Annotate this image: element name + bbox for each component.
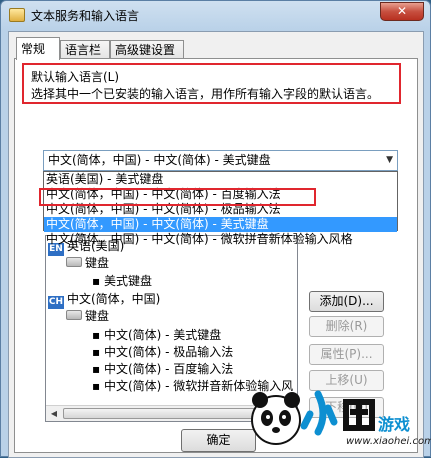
dropdown-option[interactable]: 中文(简体，中国) - 中文(简体) - 微软拼音新体验输入风格	[44, 232, 397, 247]
tab-general[interactable]: 常规	[16, 37, 60, 60]
ok-button[interactable]: 确定	[181, 429, 256, 452]
keyboard-icon	[66, 310, 82, 320]
properties-button[interactable]: 属性(P)...	[309, 344, 384, 365]
close-button[interactable]: ✕	[380, 2, 424, 21]
tab-language-bar[interactable]: 语言栏	[60, 40, 110, 59]
tree-label: 中文(简体，中国)	[67, 292, 161, 306]
scroll-left-icon[interactable]: ◀	[46, 406, 62, 421]
keyboard-app-icon	[9, 8, 25, 22]
site-watermark: 游戏 www.xiaohei.com	[246, 384, 431, 454]
dropdown-option-highlighted[interactable]: 中文(简体，中国) - 中文(简体) - 美式键盘	[44, 217, 397, 232]
window-title: 文本服务和输入语言	[31, 9, 140, 23]
annotation-box-description	[22, 63, 401, 104]
language-ch-icon: CH	[48, 296, 64, 309]
watermark-url: www.xiaohei.com	[346, 436, 431, 447]
tree-label: 键盘	[85, 309, 110, 323]
tree-leaf[interactable]: ▪ 中文(简体) - 极品输入法	[92, 344, 233, 360]
bullet-icon: ▪	[92, 345, 104, 359]
tree-node-en-keyboard[interactable]: 键盘	[66, 255, 109, 271]
dialog-window: 文本服务和输入语言 ✕ 常规 语言栏 高级键设置 默认输入语言(L) 选择其中一…	[0, 0, 431, 458]
default-language-select[interactable]: 中文(简体，中国) - 中文(简体) - 美式键盘 ▼	[43, 150, 398, 171]
bullet-icon: ▪	[92, 274, 104, 288]
chevron-down-icon[interactable]: ▼	[386, 151, 393, 170]
tree-node-chinese[interactable]: CH 中文(简体，中国)	[48, 291, 161, 309]
annotation-box-option	[39, 188, 316, 206]
keyboard-icon	[66, 257, 82, 267]
tab-advanced-key-settings[interactable]: 高级键设置	[110, 40, 184, 59]
tree-label: 中文(简体) - 百度输入法	[103, 362, 234, 376]
tree-leaf[interactable]: ▪ 中文(简体) - 美式键盘	[92, 327, 221, 343]
tree-label: 美式键盘	[103, 274, 152, 288]
add-button[interactable]: 添加(D)...	[309, 291, 384, 312]
title-bar[interactable]: 文本服务和输入语言 ✕	[1, 1, 430, 29]
bullet-icon: ▪	[92, 379, 104, 393]
tree-node-ch-keyboard[interactable]: 键盘	[66, 308, 109, 324]
watermark-logo-text: 游戏	[378, 415, 410, 434]
bullet-icon: ▪	[92, 328, 104, 342]
tree-label: 键盘	[85, 256, 110, 270]
remove-button[interactable]: 删除(R)	[309, 316, 384, 337]
tree-leaf[interactable]: ▪ 中文(简体) - 百度输入法	[92, 361, 233, 377]
default-language-value: 中文(简体，中国) - 中文(简体) - 美式键盘	[48, 153, 271, 167]
bullet-icon: ▪	[92, 362, 104, 376]
scrollbar-thumb[interactable]	[63, 408, 270, 419]
tree-leaf[interactable]: ▪ 美式键盘	[92, 273, 152, 289]
dropdown-option[interactable]: 英语(美国) - 美式键盘	[44, 172, 397, 187]
tree-label: 中文(简体) - 极品输入法	[103, 345, 234, 359]
tree-label: 中文(简体) - 美式键盘	[103, 328, 222, 342]
